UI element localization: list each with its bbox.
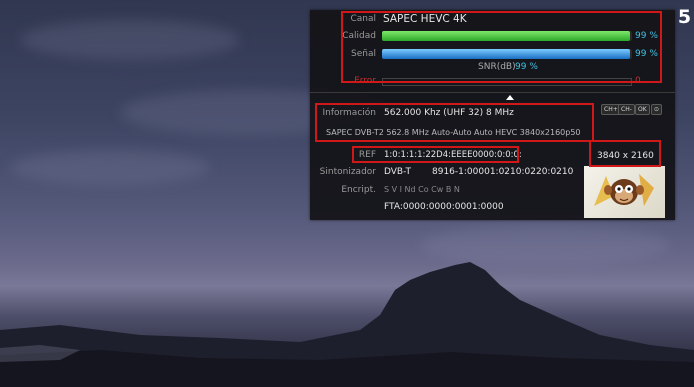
signal-info-panel: Canal SAPEC HEVC 4K Calidad 99 % Señal 9… (310, 10, 675, 220)
encript-value: S V I Nd Co Cw B N (384, 185, 460, 194)
menu-key-icon[interactable]: ⊙ (651, 104, 663, 115)
collapse-arrow-icon[interactable] (506, 95, 514, 100)
highlight-signal-box (341, 11, 662, 83)
ok-key[interactable]: OK (635, 104, 650, 115)
divider (310, 92, 675, 93)
highlight-resolution-box (589, 140, 661, 167)
encript-label: Encript. (341, 185, 376, 195)
tuner-label: Sintonizador (319, 167, 376, 177)
tuner-type: DVB-T (384, 167, 412, 177)
highlight-ref-box (352, 146, 519, 163)
channel-picon (584, 166, 665, 218)
monkey-logo-icon (594, 174, 654, 206)
highlight-info-box (315, 103, 594, 142)
page-number: 5 (677, 6, 692, 28)
ch-minus-key[interactable]: CH- (618, 104, 635, 115)
tuner-pids: 8916-1:00001:0210:0220:0210 (432, 167, 574, 177)
fta-value: FTA:0000:0000:0001:0000 (384, 202, 504, 212)
